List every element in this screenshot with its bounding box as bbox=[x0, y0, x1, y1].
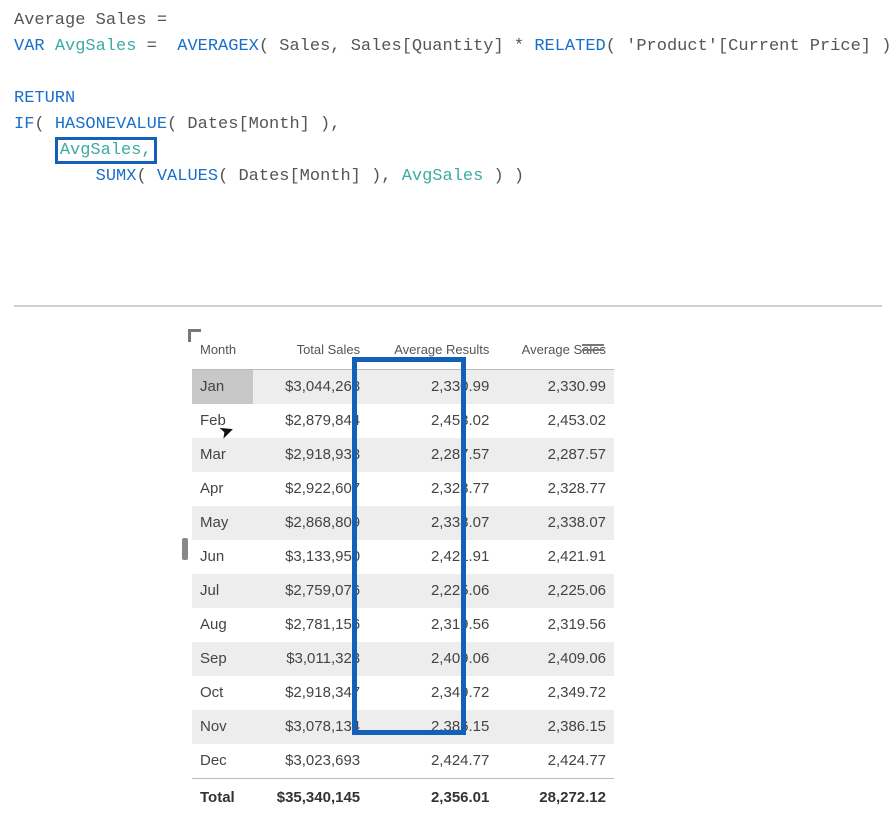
col-total-sales[interactable]: Total Sales bbox=[253, 333, 369, 370]
table-row: May$2,868,8092,338.072,338.07 bbox=[192, 506, 614, 540]
table-total-row: Total $35,340,145 2,356.01 28,272.12 bbox=[192, 779, 614, 818]
resize-handle-icon[interactable] bbox=[188, 329, 201, 342]
table-row: Apr$2,922,6072,328.772,328.77 bbox=[192, 472, 614, 506]
table-row: Nov$3,078,1342,386.152,386.15 bbox=[192, 710, 614, 744]
fn-hasonevalue: HASONEVALUE bbox=[55, 115, 167, 134]
cell-month[interactable]: Jan bbox=[192, 370, 253, 405]
table-row: Sep$3,011,3232,409.062,409.06 bbox=[192, 642, 614, 676]
dax-line1: Average Sales = bbox=[14, 11, 167, 30]
table-row: Jul$2,759,0762,225.062,225.06 bbox=[192, 574, 614, 608]
kw-var: VAR bbox=[14, 37, 45, 56]
fn-sumx: SUMX bbox=[96, 167, 137, 186]
table-row: Mar$2,918,9382,287.572,287.57 bbox=[192, 438, 614, 472]
dax-formula[interactable]: Average Sales = VAR AvgSales = AVERAGEX(… bbox=[14, 8, 882, 190]
col-month[interactable]: Month bbox=[192, 333, 253, 370]
table-row: Jan$3,044,2682,330.992,330.99 bbox=[192, 370, 614, 405]
results-visual[interactable]: Month Total Sales Average Results Averag… bbox=[192, 333, 614, 817]
table-row: Dec$3,023,6932,424.772,424.77 bbox=[192, 744, 614, 779]
var-name: AvgSales bbox=[55, 37, 137, 56]
table-header-row: Month Total Sales Average Results Averag… bbox=[192, 333, 614, 370]
table-row: Feb$2,879,8442,453.022,453.02 bbox=[192, 404, 614, 438]
table-row: Aug$2,781,1562,319.562,319.56 bbox=[192, 608, 614, 642]
col-average-results[interactable]: Average Results bbox=[368, 333, 497, 370]
fn-if: IF bbox=[14, 115, 34, 134]
fn-values: VALUES bbox=[157, 167, 218, 186]
scrollbar-thumb[interactable] bbox=[182, 538, 188, 560]
table-row: Oct$2,918,3472,349.722,349.72 bbox=[192, 676, 614, 710]
results-table[interactable]: Month Total Sales Average Results Averag… bbox=[192, 333, 614, 817]
fn-related: RELATED bbox=[534, 37, 605, 56]
pane-divider[interactable] bbox=[14, 305, 882, 307]
drag-handle-icon[interactable] bbox=[582, 344, 604, 354]
highlighted-avgsales: AvgSales, bbox=[55, 137, 157, 164]
fn-averagex: AVERAGEX bbox=[177, 37, 259, 56]
kw-return: RETURN bbox=[14, 89, 75, 108]
table-row: Jun$3,133,9502,421.912,421.91 bbox=[192, 540, 614, 574]
